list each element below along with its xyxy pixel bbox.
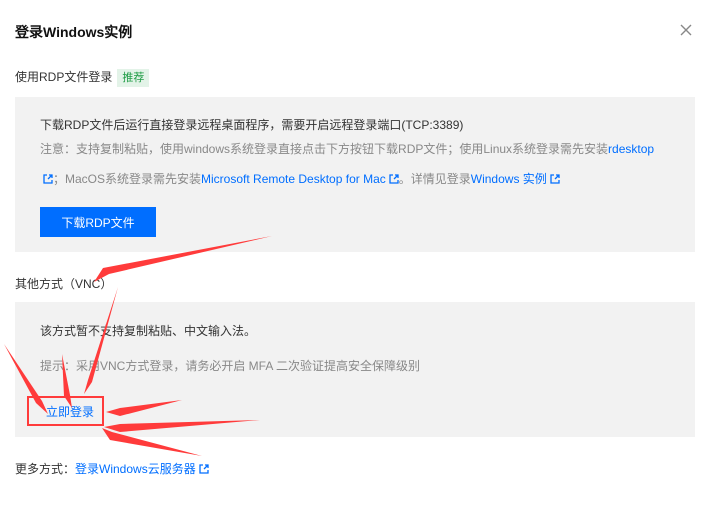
rdp-note: 注意：支持复制粘贴，使用windows系统登录直接点击下方按钮下载RDP文件；使… <box>40 134 685 194</box>
vnc-section-label: 其他方式（VNC） <box>15 277 113 291</box>
mac-rdp-link[interactable]: Microsoft Remote Desktop for Mac <box>201 172 386 186</box>
login-windows-dialog: 登录Windows实例 使用RDP文件登录 推荐 下载RDP文件后运行直接登录远程… <box>0 0 708 521</box>
rdp-note-mid: ；MacOS系统登录需先安装 <box>53 172 202 186</box>
rdp-note-mid2: 。详情见登录 <box>398 172 471 186</box>
more-methods-label: 更多方式： <box>15 462 76 476</box>
external-link-icon[interactable] <box>199 463 209 474</box>
external-link-icon[interactable] <box>389 165 399 184</box>
annotation-highlight-box <box>27 396 104 426</box>
rdp-panel: 下载RDP文件后运行直接登录远程桌面程序，需要开启远程登录端口(TCP:3389… <box>15 97 695 252</box>
rdp-note-prefix: 注意：支持复制粘贴，使用windows系统登录直接点击下方按钮下载RDP文件；使… <box>40 142 609 156</box>
dialog-title: 登录Windows实例 <box>15 24 133 40</box>
download-rdp-button[interactable]: 下载RDP文件 <box>40 207 156 237</box>
external-link-icon[interactable] <box>550 165 560 184</box>
more-methods: 更多方式：登录Windows云服务器 <box>15 460 209 477</box>
rdp-label-text: 使用RDP文件登录 <box>15 70 113 84</box>
close-icon[interactable] <box>680 24 698 42</box>
rdp-description: 下载RDP文件后运行直接登录远程桌面程序，需要开启远程登录端口(TCP:3389… <box>40 118 464 132</box>
recommended-tag: 推荐 <box>117 69 150 87</box>
windows-instance-link[interactable]: Windows 实例 <box>471 172 547 186</box>
rdesktop-link[interactable]: rdesktop <box>608 142 654 156</box>
vnc-panel: 该方式暂不支持复制粘贴、中文输入法。 提示：采用VNC方式登录，请务必开启 MF… <box>15 302 695 437</box>
vnc-notice: 该方式暂不支持复制粘贴、中文输入法。 <box>40 324 257 338</box>
rdp-section-label: 使用RDP文件登录 推荐 <box>15 68 150 87</box>
vnc-tip: 提示：采用VNC方式登录，请务必开启 MFA 二次验证提高安全保障级别 <box>40 359 421 373</box>
login-windows-cvm-link[interactable]: 登录Windows云服务器 <box>75 462 196 476</box>
external-link-icon[interactable] <box>43 165 53 184</box>
